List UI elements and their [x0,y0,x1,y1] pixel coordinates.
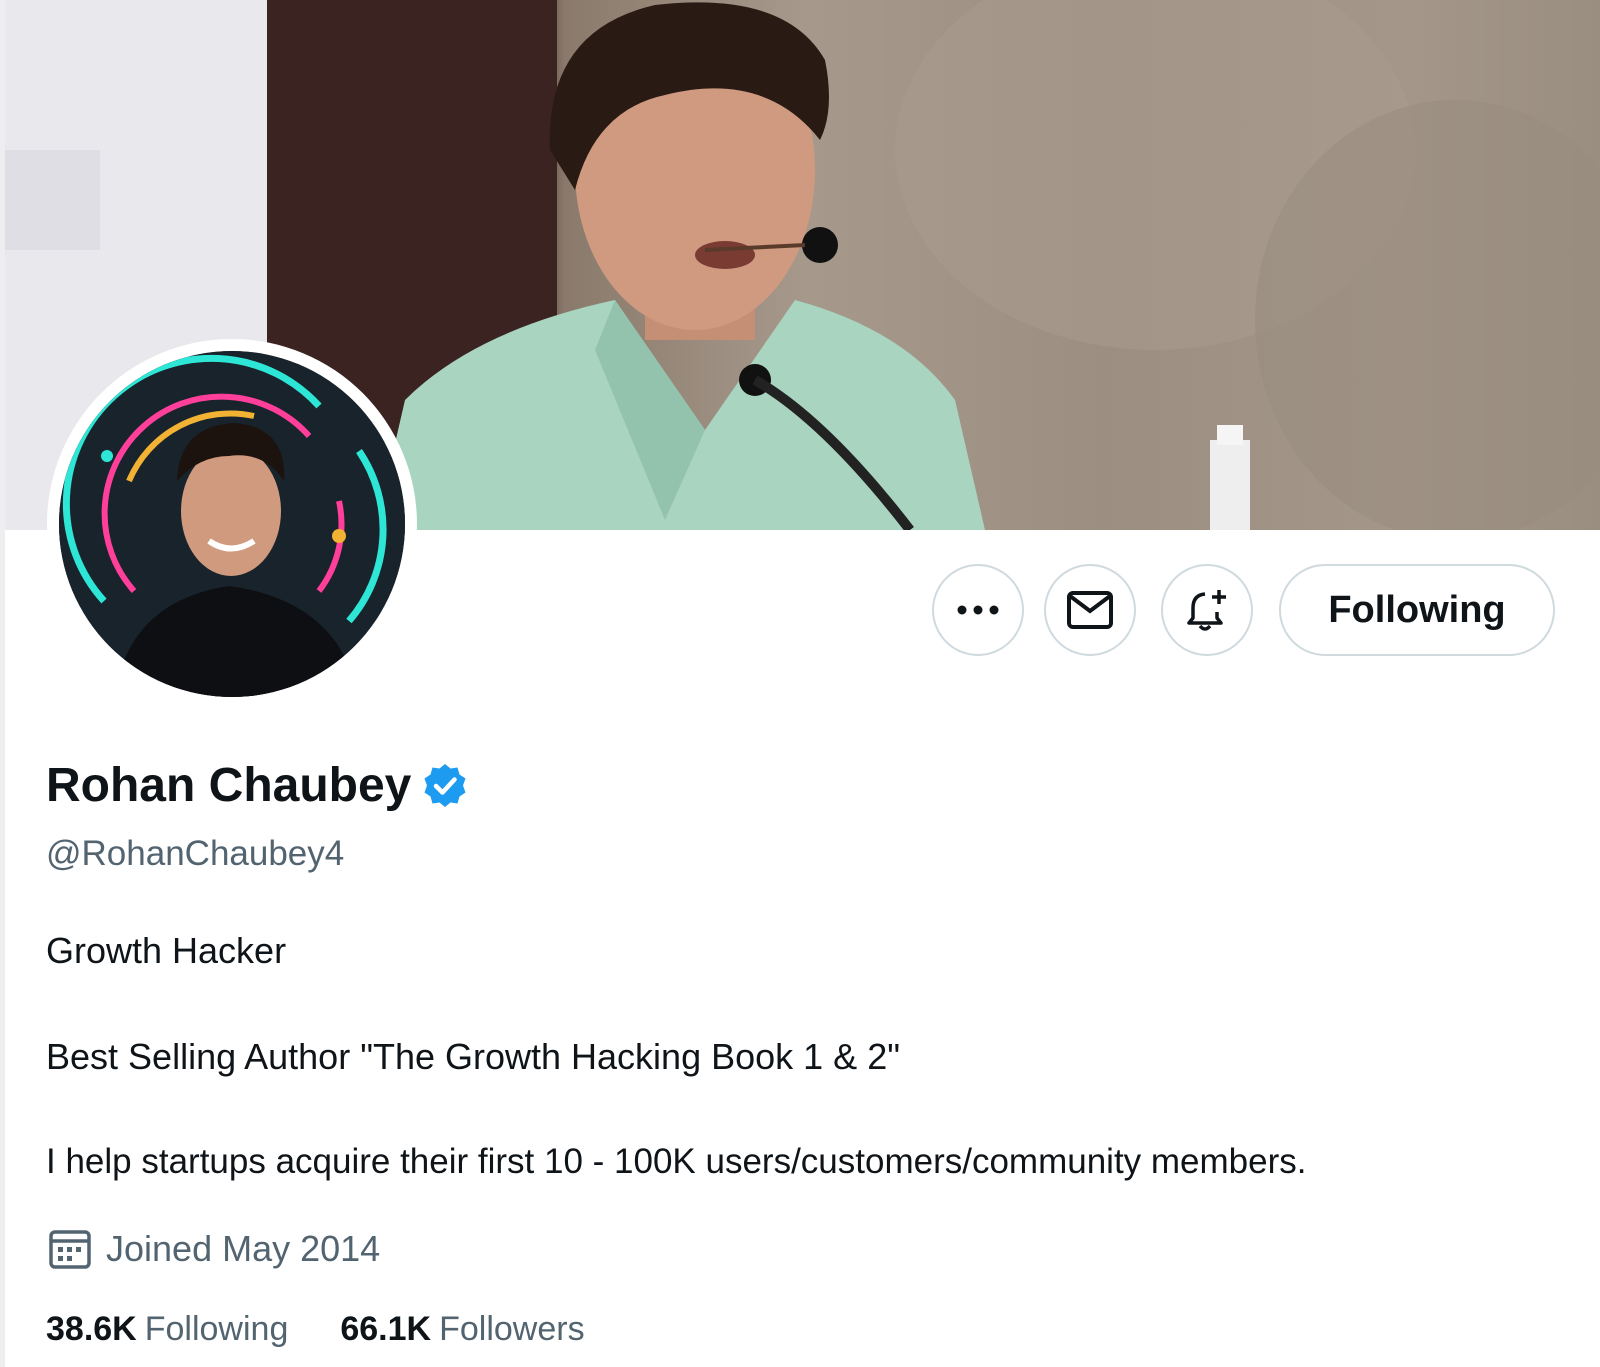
calendar-icon [49,1230,91,1269]
followers-stat-link[interactable]: 66.1K Followers [340,1310,584,1349]
bio-line: Growth Hacker [46,930,287,971]
followers-label: Followers [439,1310,585,1348]
profile-name-row: Rohan Chaubey [46,758,469,813]
more-horizontal-icon [957,605,999,615]
joined-date: Joined May 2014 [48,1227,380,1271]
envelope-icon [1067,591,1113,629]
joined-label: Joined May 2014 [106,1228,381,1269]
bio-line: I help startups acquire their first 10 -… [46,1142,1307,1181]
following-count: 38.6K [46,1310,137,1348]
profile-handle: @RohanChaubey4 [46,834,345,873]
more-button[interactable] [932,564,1024,656]
following-button-label: Following [1328,588,1506,631]
bell-plus-icon [1187,590,1226,631]
follow-stats: 38.6K Following 66.1K Followers [46,1310,585,1349]
avatar[interactable] [59,351,405,697]
following-stat-link[interactable]: 38.6K Following [46,1310,288,1349]
verified-badge-icon[interactable] [421,762,469,810]
following-label: Following [144,1310,289,1348]
bio-line: Best Selling Author "The Growth Hacking … [46,1036,900,1077]
message-button[interactable] [1044,564,1136,656]
display-name: Rohan Chaubey [46,759,412,812]
notifications-button[interactable] [1161,564,1253,656]
followers-count: 66.1K [340,1310,432,1348]
following-button[interactable]: Following [1279,564,1555,656]
